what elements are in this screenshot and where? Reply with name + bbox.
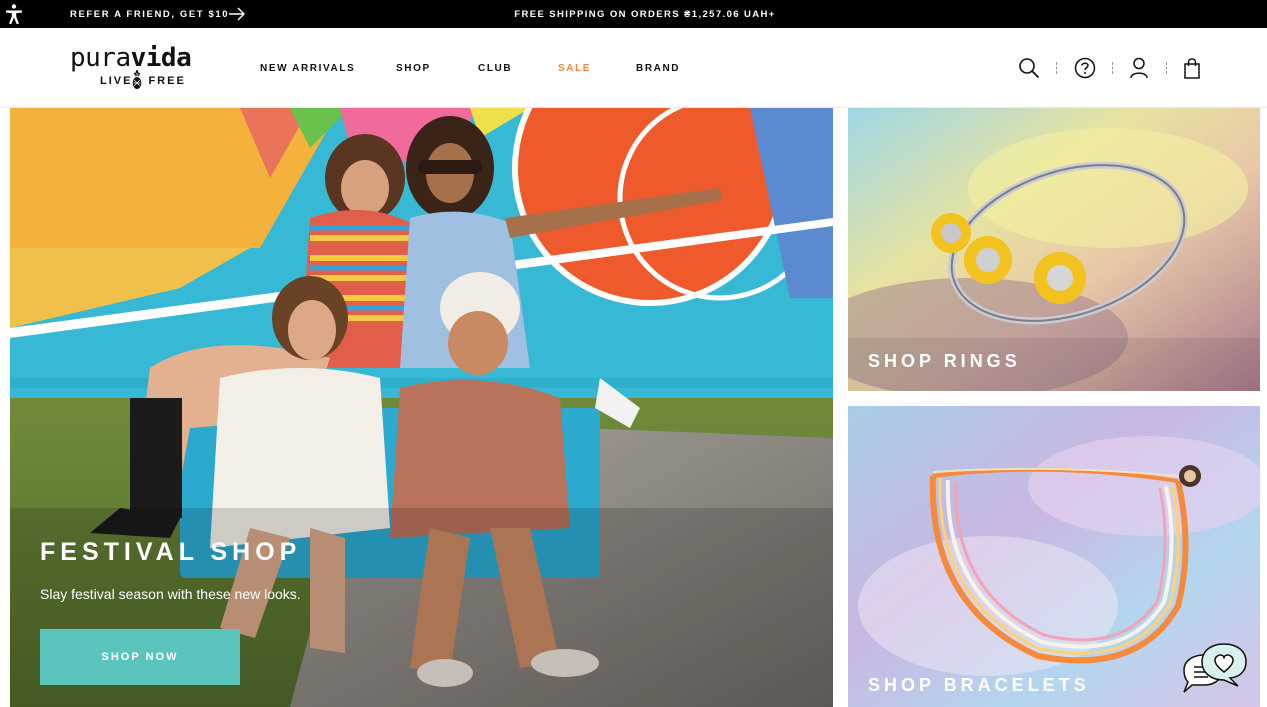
logo[interactable]: puravida LIVE FREE (70, 44, 212, 92)
divider (1166, 62, 1167, 74)
arrow-right-icon[interactable] (228, 6, 246, 22)
hero-image (10, 108, 833, 707)
chat-icon[interactable] (1180, 640, 1250, 696)
logo-tag-free: FREE (148, 75, 186, 87)
sunflower (931, 213, 971, 253)
shop-bracelets-label: SHOP BRACELETS (868, 675, 1090, 695)
logo-tag-live: LIVE (100, 75, 133, 87)
logo-word-pura: pura (70, 43, 131, 73)
hero-title: FESTIVAL SHOP (40, 538, 302, 566)
shop-rings-panel[interactable]: SHOP RINGS (848, 108, 1260, 391)
nav-club[interactable]: CLUB (478, 28, 512, 108)
shop-rings-label: SHOP RINGS (868, 351, 1021, 371)
help-icon[interactable] (1074, 57, 1096, 79)
sunflower (1034, 252, 1086, 304)
divider (1056, 62, 1057, 74)
rings-image (848, 108, 1260, 391)
announcement-bar: REFER A FRIEND, GET $10 FREE SHIPPING ON… (0, 0, 1267, 28)
refer-link[interactable]: REFER A FRIEND, GET $10 (70, 0, 229, 28)
shop-now-button[interactable]: SHOP NOW (40, 629, 240, 685)
accessibility-icon[interactable] (3, 3, 25, 25)
logo-wordmark: puravida (70, 43, 192, 73)
pineapple-icon (132, 70, 142, 89)
shipping-text: FREE SHIPPING ON ORDERS ₴1,257.06 UAH+ (514, 8, 776, 20)
nav-sale[interactable]: SALE (558, 28, 591, 108)
bag-icon[interactable] (1181, 57, 1203, 79)
nav-new-arrivals[interactable]: NEW ARRIVALS (260, 28, 355, 108)
nav-brand[interactable]: BRAND (636, 28, 680, 108)
search-icon[interactable] (1018, 57, 1040, 79)
sunflower (964, 236, 1012, 284)
hero-subtitle: Slay festival season with these new look… (40, 586, 301, 602)
nav-shop[interactable]: SHOP (396, 28, 431, 108)
hero-festival-shop[interactable]: FESTIVAL SHOP Slay festival season with … (10, 108, 833, 707)
logo-word-vida: vida (130, 43, 192, 73)
site-header: puravida LIVE FREE NEW ARRIVALS SHOP CLUB… (0, 28, 1267, 108)
account-icon[interactable] (1128, 57, 1150, 79)
divider (1112, 62, 1113, 74)
